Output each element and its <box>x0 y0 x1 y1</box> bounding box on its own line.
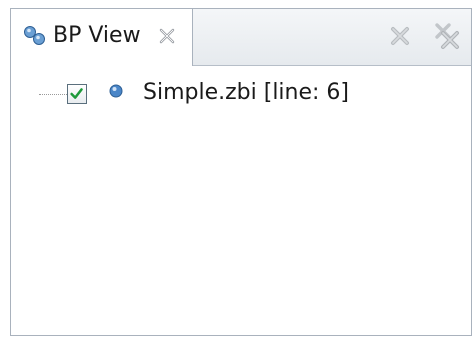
bp-view-panel: BP View Simple.zbi [line: 6] <box>10 8 472 336</box>
tree-connector-line <box>39 94 67 95</box>
remove-all-breakpoints-icon[interactable] <box>431 21 461 51</box>
breakpoint-dot-icon <box>109 84 123 98</box>
tab-bar: BP View <box>11 9 471 66</box>
tab-title: BP View <box>53 23 141 48</box>
breakpoints-tree: Simple.zbi [line: 6] <box>11 66 471 335</box>
breakpoint-enabled-checkbox[interactable] <box>67 84 87 104</box>
remove-selected-breakpoint-icon[interactable] <box>385 21 415 51</box>
breakpoint-label: Simple.zbi [line: 6] <box>143 80 350 105</box>
tab-bp-view[interactable]: BP View <box>11 9 193 66</box>
breakpoints-view-icon <box>24 26 45 45</box>
close-tab-icon[interactable] <box>157 26 177 46</box>
tree-row[interactable]: Simple.zbi [line: 6] <box>11 74 391 110</box>
checkmark-icon <box>70 88 83 99</box>
